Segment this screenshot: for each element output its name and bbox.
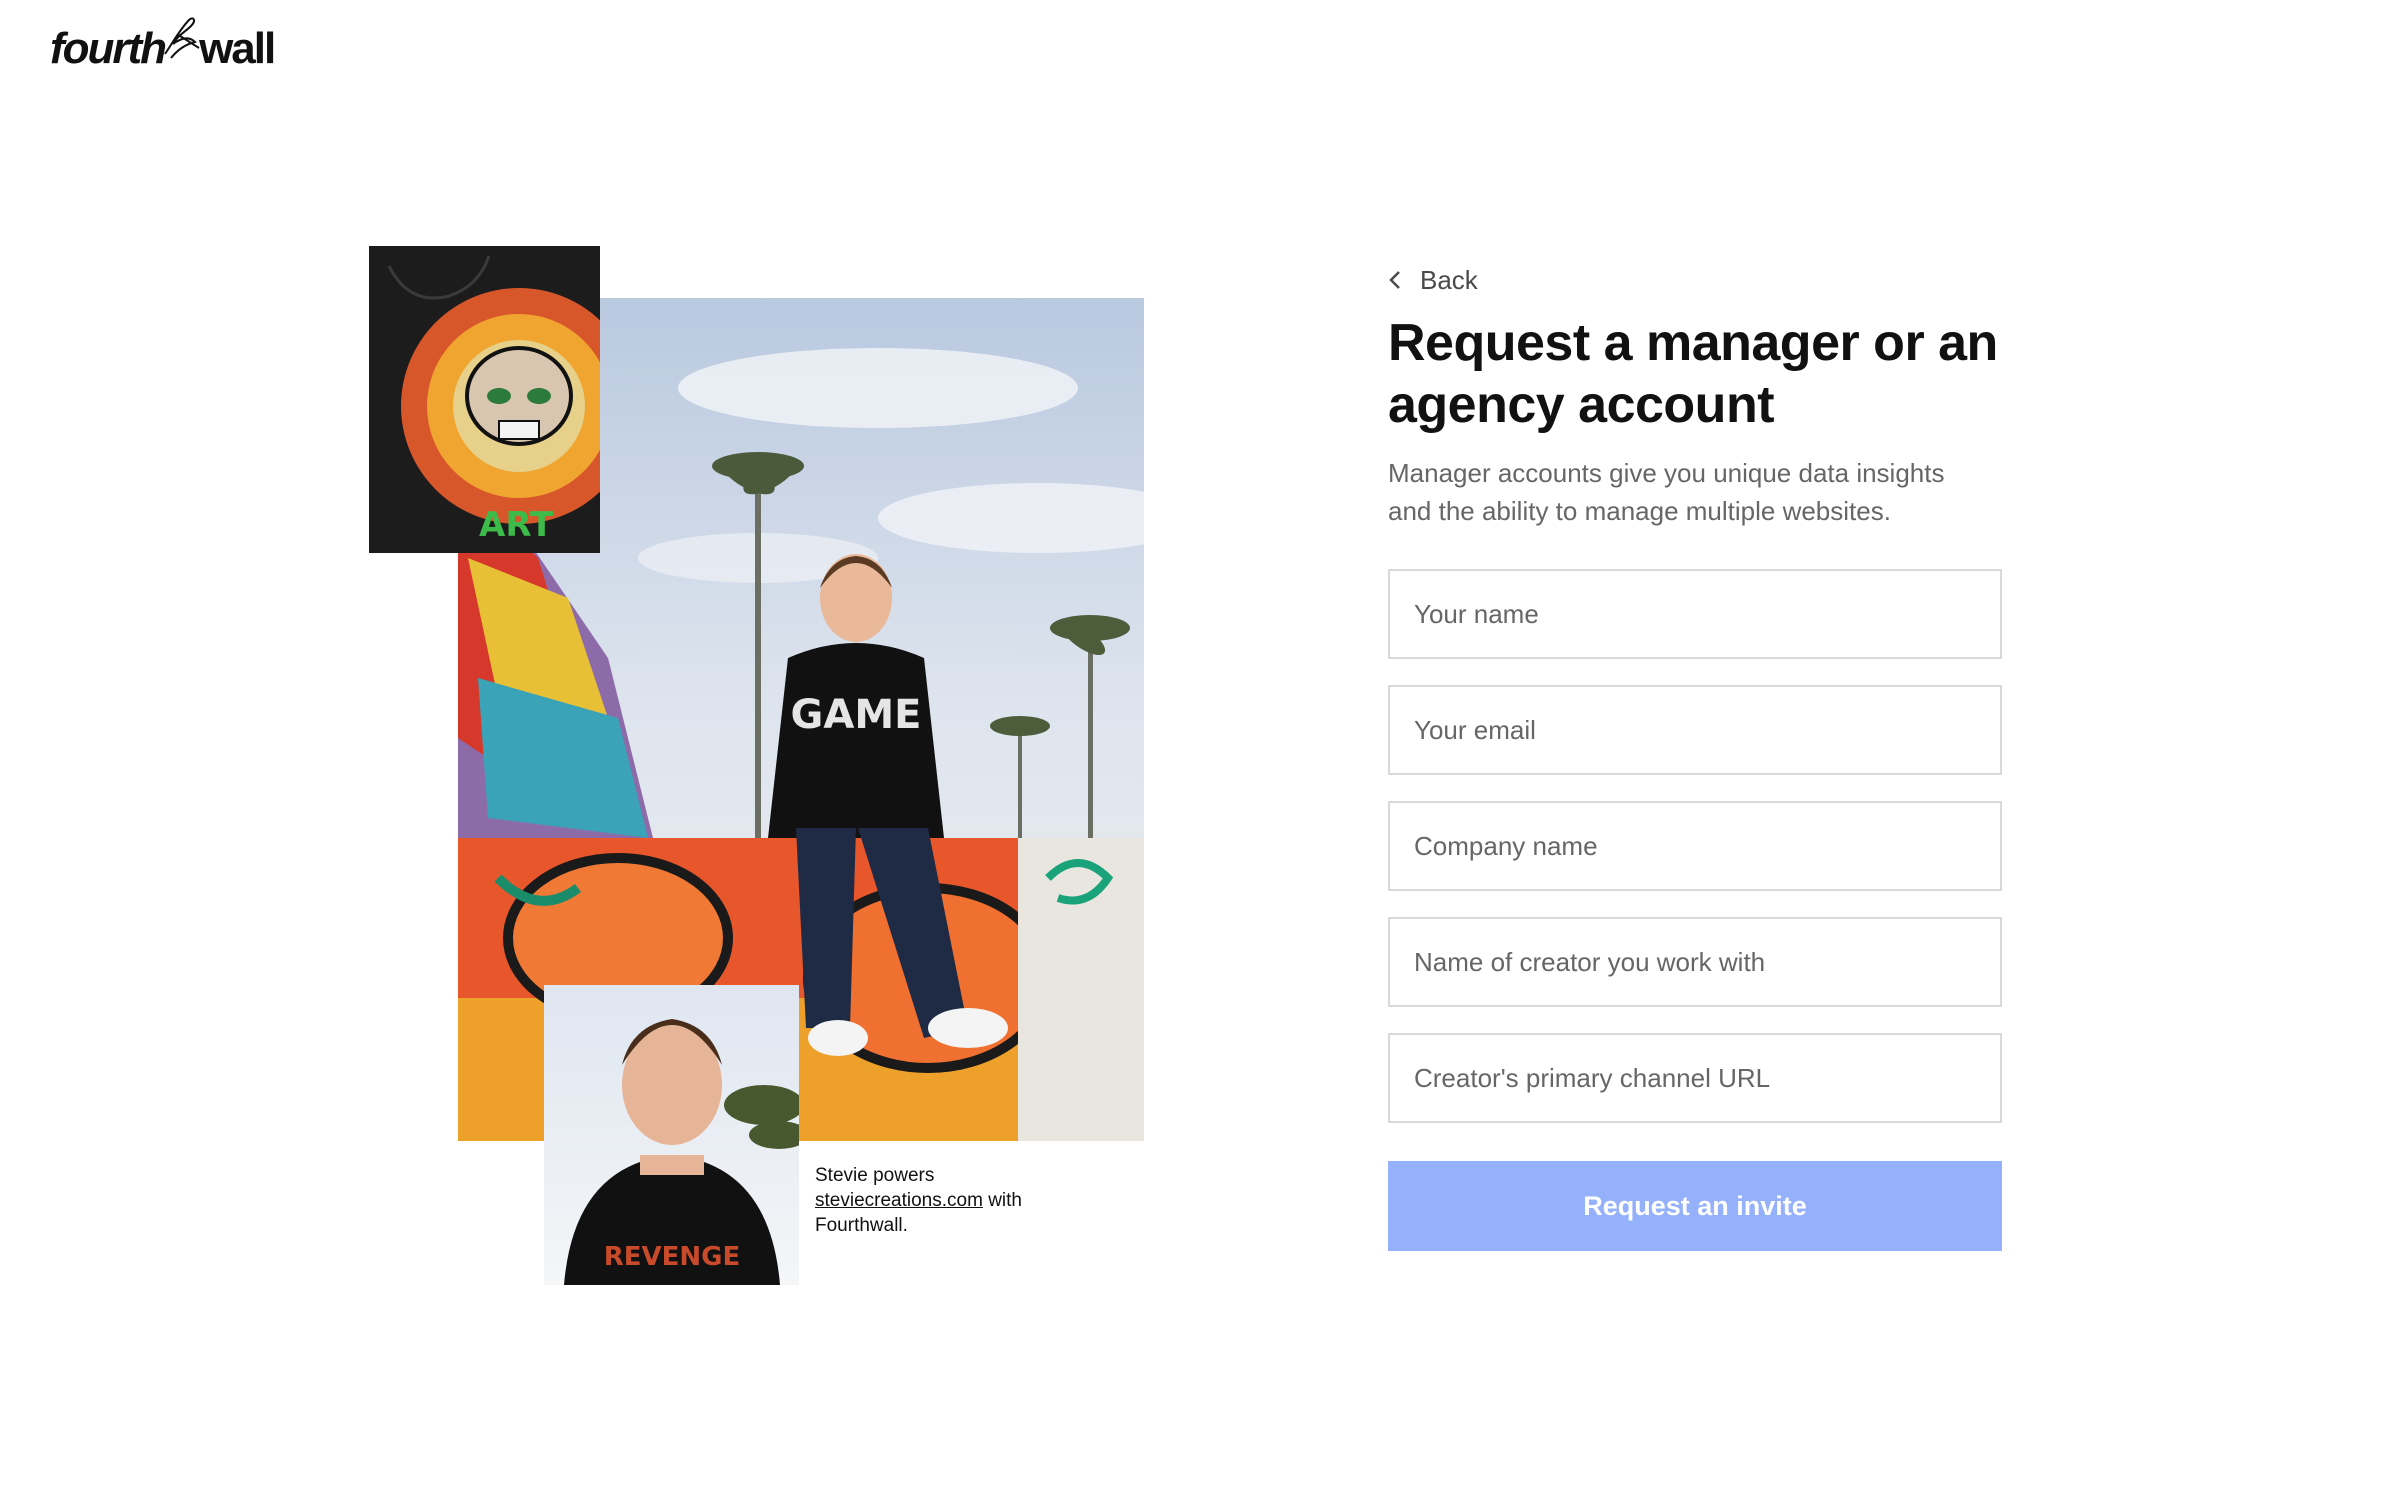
photo-caption: Stevie powers steviecreations.com with F…: [815, 1163, 1055, 1238]
photo-collage: GAME ART REVENGE Stevie powers steviecre…: [0, 0, 1200, 1498]
chevron-left-icon: [1389, 271, 1400, 289]
company-name-input[interactable]: [1388, 801, 2002, 891]
svg-text:GAME: GAME: [791, 692, 922, 738]
email-input[interactable]: [1388, 685, 2002, 775]
name-input[interactable]: [1388, 569, 2002, 659]
creator-name-input[interactable]: [1388, 917, 2002, 1007]
back-label: Back: [1420, 264, 1478, 295]
hoodie-detail-photo: ART: [369, 246, 600, 553]
request-invite-button[interactable]: Request an invite: [1388, 1161, 2002, 1251]
page-title: Request a manager or an agency account: [1388, 314, 1998, 434]
caption-prefix: Stevie powers: [815, 1165, 935, 1186]
creator-portrait-photo: REVENGE: [544, 985, 799, 1285]
svg-text:ART: ART: [479, 505, 554, 545]
back-link[interactable]: Back: [1388, 258, 2002, 302]
creator-site-link[interactable]: steviecreations.com: [815, 1190, 983, 1211]
channel-url-input[interactable]: [1388, 1033, 2002, 1123]
svg-text:REVENGE: REVENGE: [604, 1242, 741, 1272]
request-form: [1388, 569, 2002, 1123]
page-subtitle: Manager accounts give you unique data in…: [1388, 458, 1945, 526]
request-form-panel: Back Request a manager or an agency acco…: [1388, 258, 2002, 1251]
